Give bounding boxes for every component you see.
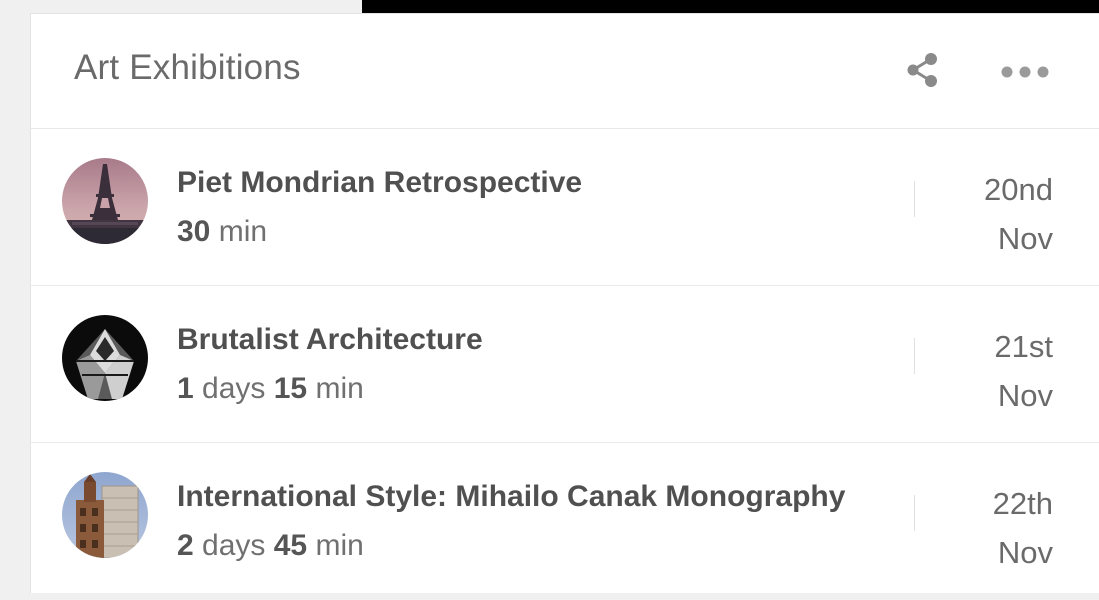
widget-header: Art Exhibitions bbox=[31, 14, 1099, 129]
date-month: Nov bbox=[997, 378, 1053, 413]
widget-title: Art Exhibitions bbox=[74, 48, 301, 87]
exhibition-date: 21st Nov bbox=[994, 322, 1053, 420]
row-divider bbox=[914, 338, 915, 374]
brutalist-building-photo bbox=[62, 315, 148, 401]
duration-minutes-unit: min bbox=[218, 215, 268, 248]
duration-days-unit: days bbox=[202, 372, 266, 405]
exhibition-date: 20nd Nov bbox=[984, 165, 1053, 263]
date-day: 20nd bbox=[984, 172, 1053, 207]
date-month: Nov bbox=[997, 535, 1053, 570]
share-icon bbox=[907, 53, 937, 87]
duration-days-value: 2 bbox=[177, 529, 194, 562]
exhibition-date: 22th Nov bbox=[993, 479, 1053, 577]
more-options-button[interactable] bbox=[995, 58, 1055, 82]
exhibition-title: International Style: Mihailo Canak Monog… bbox=[177, 480, 846, 513]
modernist-building-photo bbox=[62, 472, 148, 558]
top-black-bar bbox=[362, 0, 1099, 14]
row-divider bbox=[914, 495, 915, 531]
exhibition-duration: 30 min bbox=[177, 214, 267, 250]
duration-days-value: 1 bbox=[177, 372, 194, 405]
duration-minutes-value: 15 bbox=[273, 372, 308, 405]
date-day: 22th bbox=[992, 486, 1053, 521]
exhibition-title: Brutalist Architecture bbox=[177, 323, 483, 356]
duration-minutes-unit: min bbox=[315, 372, 364, 405]
exhibition-row[interactable]: Brutalist Architecture 1 days 15 min 21s… bbox=[31, 286, 1099, 443]
date-day: 21st bbox=[994, 329, 1053, 364]
duration-minutes-value: 45 bbox=[273, 529, 308, 562]
duration-minutes-value: 30 bbox=[177, 215, 211, 248]
exhibition-row[interactable]: International Style: Mihailo Canak Monog… bbox=[31, 443, 1099, 600]
more-horizontal-icon bbox=[1001, 66, 1049, 78]
exhibition-row[interactable]: Piet Mondrian Retrospective 30 min 20nd … bbox=[31, 129, 1099, 286]
exhibition-title: Piet Mondrian Retrospective bbox=[177, 166, 583, 199]
eiffel-tower-photo bbox=[62, 158, 148, 244]
date-month: Nov bbox=[997, 221, 1053, 256]
duration-days-unit: days bbox=[202, 529, 266, 562]
art-exhibitions-widget: Art Exhibitions Piet Mondrian Retrospect… bbox=[30, 13, 1099, 593]
exhibition-duration: 2 days 45 min bbox=[177, 528, 364, 564]
row-divider bbox=[914, 181, 915, 217]
exhibition-duration: 1 days 15 min bbox=[177, 371, 364, 407]
share-button[interactable] bbox=[902, 50, 942, 90]
duration-minutes-unit: min bbox=[315, 529, 364, 562]
